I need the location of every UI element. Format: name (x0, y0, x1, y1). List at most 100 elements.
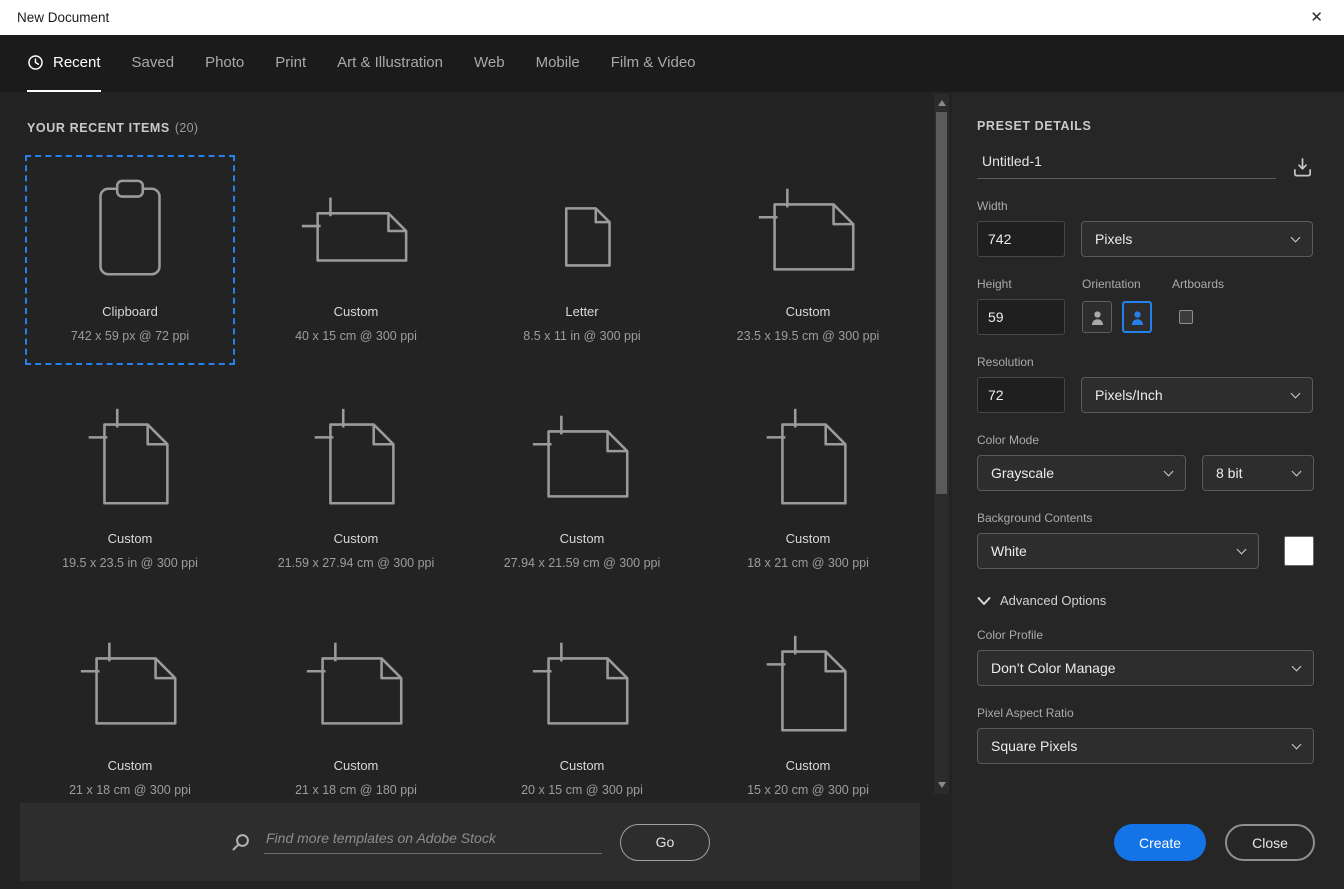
recent-items-count: (20) (174, 121, 199, 135)
recent-item-custom[interactable]: Custom 15 x 20 cm @ 300 ppi (703, 609, 913, 819)
recent-item-custom[interactable]: Custom 23.5 x 19.5 cm @ 300 ppi (703, 155, 913, 365)
background-contents-row: White (977, 533, 1314, 569)
doc-wide-icon (292, 167, 420, 295)
color-mode-label: Color Mode (977, 433, 1040, 447)
width-unit-dropdown[interactable]: Pixels (1081, 221, 1313, 257)
save-preset-icon[interactable] (1291, 156, 1314, 179)
window-titlebar: New Document ✕ (0, 0, 1344, 35)
resolution-input[interactable] (977, 377, 1065, 413)
width-row: Pixels (977, 221, 1314, 257)
tab-print[interactable]: Print (275, 35, 306, 92)
close-button[interactable]: Close (1225, 824, 1315, 861)
recent-item-custom[interactable]: Custom 18 x 21 cm @ 300 ppi (703, 382, 913, 592)
background-color-swatch[interactable] (1284, 536, 1314, 566)
item-name: Custom (785, 304, 831, 319)
document-name-row (977, 153, 1314, 179)
tab-art-illustration[interactable]: Art & Illustration (337, 35, 443, 92)
scrollbar[interactable] (934, 94, 949, 794)
recent-item-custom[interactable]: Custom 19.5 x 23.5 in @ 300 ppi (25, 382, 235, 592)
height-row (977, 299, 1314, 335)
item-spec: 40 x 15 cm @ 300 ppi (295, 329, 417, 343)
height-labels-row: Height Orientation Artboards (977, 277, 1314, 291)
advanced-options-label: Advanced Options (1000, 593, 1107, 608)
person-icon (1091, 310, 1103, 325)
recent-item-custom[interactable]: Custom 21 x 18 cm @ 180 ppi (251, 609, 461, 819)
item-spec: 15 x 20 cm @ 300 ppi (747, 783, 869, 797)
chevron-down-icon (1290, 388, 1301, 398)
search-icon (232, 833, 249, 850)
doc-portrait-icon (744, 621, 872, 749)
recent-item-letter[interactable]: Letter 8.5 x 11 in @ 300 ppi (477, 155, 687, 365)
item-spec: 21 x 18 cm @ 300 ppi (69, 783, 191, 797)
recent-item-custom[interactable]: Custom 21.59 x 27.94 cm @ 300 ppi (251, 382, 461, 592)
tab-mobile[interactable]: Mobile (536, 35, 580, 92)
orientation-portrait-button[interactable] (1082, 301, 1112, 333)
tab-bar: Recent Saved Photo Print Art & Illustration W… (0, 35, 1344, 92)
tab-saved[interactable]: Saved (132, 35, 175, 92)
recent-item-custom[interactable]: Custom 20 x 15 cm @ 300 ppi (477, 609, 687, 819)
tab-label: Web (474, 54, 505, 71)
doc-landscape-icon (518, 621, 646, 749)
go-button[interactable]: Go (620, 823, 710, 861)
resolution-row: Pixels/Inch (977, 377, 1314, 413)
doc-landscape-icon (518, 394, 646, 522)
tab-web[interactable]: Web (474, 35, 505, 92)
search-input[interactable] (264, 830, 602, 854)
bit-depth-dropdown[interactable]: 8 bit (1202, 455, 1314, 491)
item-spec: 20 x 15 cm @ 300 ppi (521, 783, 643, 797)
pixel-aspect-ratio-value: Square Pixels (991, 738, 1078, 754)
close-icon[interactable]: ✕ (1306, 8, 1327, 27)
scrollbar-thumb[interactable] (936, 112, 947, 494)
doc-landscape-icon (66, 621, 194, 749)
recent-items-grid: Clipboard 742 x 59 px @ 72 ppi Custom 40 x … (25, 155, 913, 819)
item-name: Custom (785, 531, 831, 546)
orientation-landscape-button[interactable] (1122, 301, 1152, 333)
bit-depth-value: 8 bit (1216, 465, 1243, 481)
color-profile-dropdown[interactable]: Don’t Color Manage (977, 650, 1314, 686)
item-name: Custom (559, 531, 605, 546)
resolution-unit-dropdown[interactable]: Pixels/Inch (1081, 377, 1313, 413)
item-spec: 8.5 x 11 in @ 300 ppi (523, 329, 641, 343)
tab-photo[interactable]: Photo (205, 35, 244, 92)
person-icon (1131, 310, 1143, 325)
item-spec: 19.5 x 23.5 in @ 300 ppi (62, 556, 198, 570)
item-spec: 21.59 x 27.94 cm @ 300 ppi (277, 556, 435, 570)
height-input[interactable] (977, 299, 1065, 335)
panel-buttons: Create Close (1114, 824, 1315, 861)
chevron-down-icon (1236, 544, 1247, 554)
background-contents-dropdown[interactable]: White (977, 533, 1259, 569)
tab-label: Print (275, 54, 307, 71)
width-label: Width (977, 199, 1008, 213)
tab-recent[interactable]: Recent (27, 35, 101, 92)
item-name: Clipboard (102, 304, 158, 319)
artboards-checkbox[interactable] (1179, 310, 1193, 324)
recent-item-custom[interactable]: Custom 40 x 15 cm @ 300 ppi (251, 155, 461, 365)
recent-item-custom[interactable]: Custom 21 x 18 cm @ 300 ppi (25, 609, 235, 819)
recent-item-custom[interactable]: Custom 27.94 x 21.59 cm @ 300 ppi (477, 382, 687, 592)
item-name: Custom (333, 531, 379, 546)
tab-label: Mobile (535, 54, 580, 71)
document-name-input[interactable] (977, 153, 1276, 179)
clock-icon (28, 55, 43, 70)
advanced-options-toggle[interactable]: Advanced Options (977, 593, 1314, 608)
resolution-unit-value: Pixels/Inch (1095, 387, 1163, 403)
item-name: Custom (559, 758, 605, 773)
tab-film-video[interactable]: Film & Video (611, 35, 696, 92)
recent-item-clipboard[interactable]: Clipboard 742 x 59 px @ 72 ppi (25, 155, 235, 365)
recent-items-header: YOUR RECENT ITEMS (20) (27, 121, 952, 135)
item-spec: 18 x 21 cm @ 300 ppi (747, 556, 869, 570)
color-profile-row: Don’t Color Manage (977, 650, 1314, 686)
orientation-label: Orientation (1082, 277, 1141, 291)
scroll-up-icon[interactable] (937, 100, 946, 106)
scroll-down-icon[interactable] (937, 782, 946, 788)
color-mode-dropdown[interactable]: Grayscale (977, 455, 1186, 491)
width-input[interactable] (977, 221, 1065, 257)
tab-label: Art & Illustration (337, 54, 443, 71)
background-contents-label: Background Contents (977, 511, 1093, 525)
item-name: Custom (107, 758, 153, 773)
pixel-aspect-ratio-label: Pixel Aspect Ratio (977, 706, 1074, 720)
preset-details-panel: PRESET DETAILS Width Pixels Height Orien… (952, 92, 1344, 889)
pixel-aspect-ratio-dropdown[interactable]: Square Pixels (977, 728, 1314, 764)
width-unit-value: Pixels (1095, 231, 1133, 247)
create-button[interactable]: Create (1114, 824, 1206, 861)
